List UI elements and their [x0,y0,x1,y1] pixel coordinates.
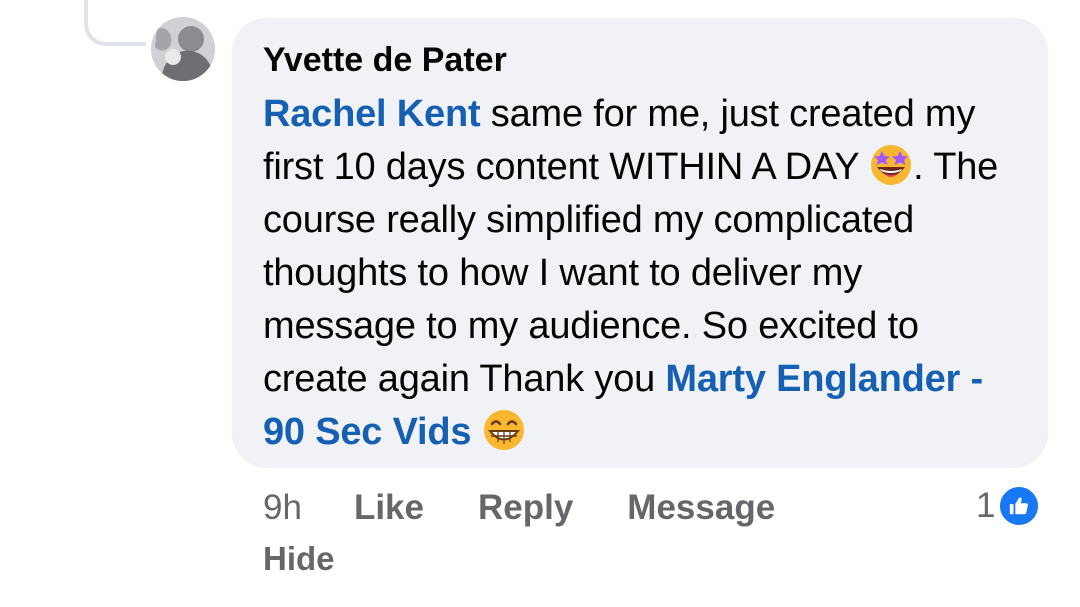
thumbs-up-icon [1010,497,1029,515]
like-icon [997,484,1042,528]
reply-button[interactable]: Reply [478,488,573,528]
comment-actions: 9h Like Reply Message [263,486,829,530]
reaction-summary[interactable]: 1 [976,484,1042,528]
reaction-count: 1 [976,486,996,525]
avatar-image [151,17,215,81]
avatar[interactable] [151,17,215,81]
like-button[interactable]: Like [354,488,424,528]
message-button[interactable]: Message [627,488,775,528]
comment-timestamp[interactable]: 9h [263,488,302,528]
comment-bubble: Yvette de Pater Rachel Kent same for me,… [232,18,1048,468]
mention-rachel-kent[interactable]: Rachel Kent [263,93,481,135]
thread-connector-line [84,0,146,46]
star-struck-emoji-icon [871,145,912,185]
comment-author[interactable]: Yvette de Pater [263,40,1018,80]
comment-thread: Yvette de Pater Rachel Kent same for me,… [0,0,1080,607]
hide-button[interactable]: Hide [263,540,335,578]
grinning-emoji-icon [483,410,524,450]
comment-text: Rachel Kent same for me, just created my… [263,88,1018,459]
